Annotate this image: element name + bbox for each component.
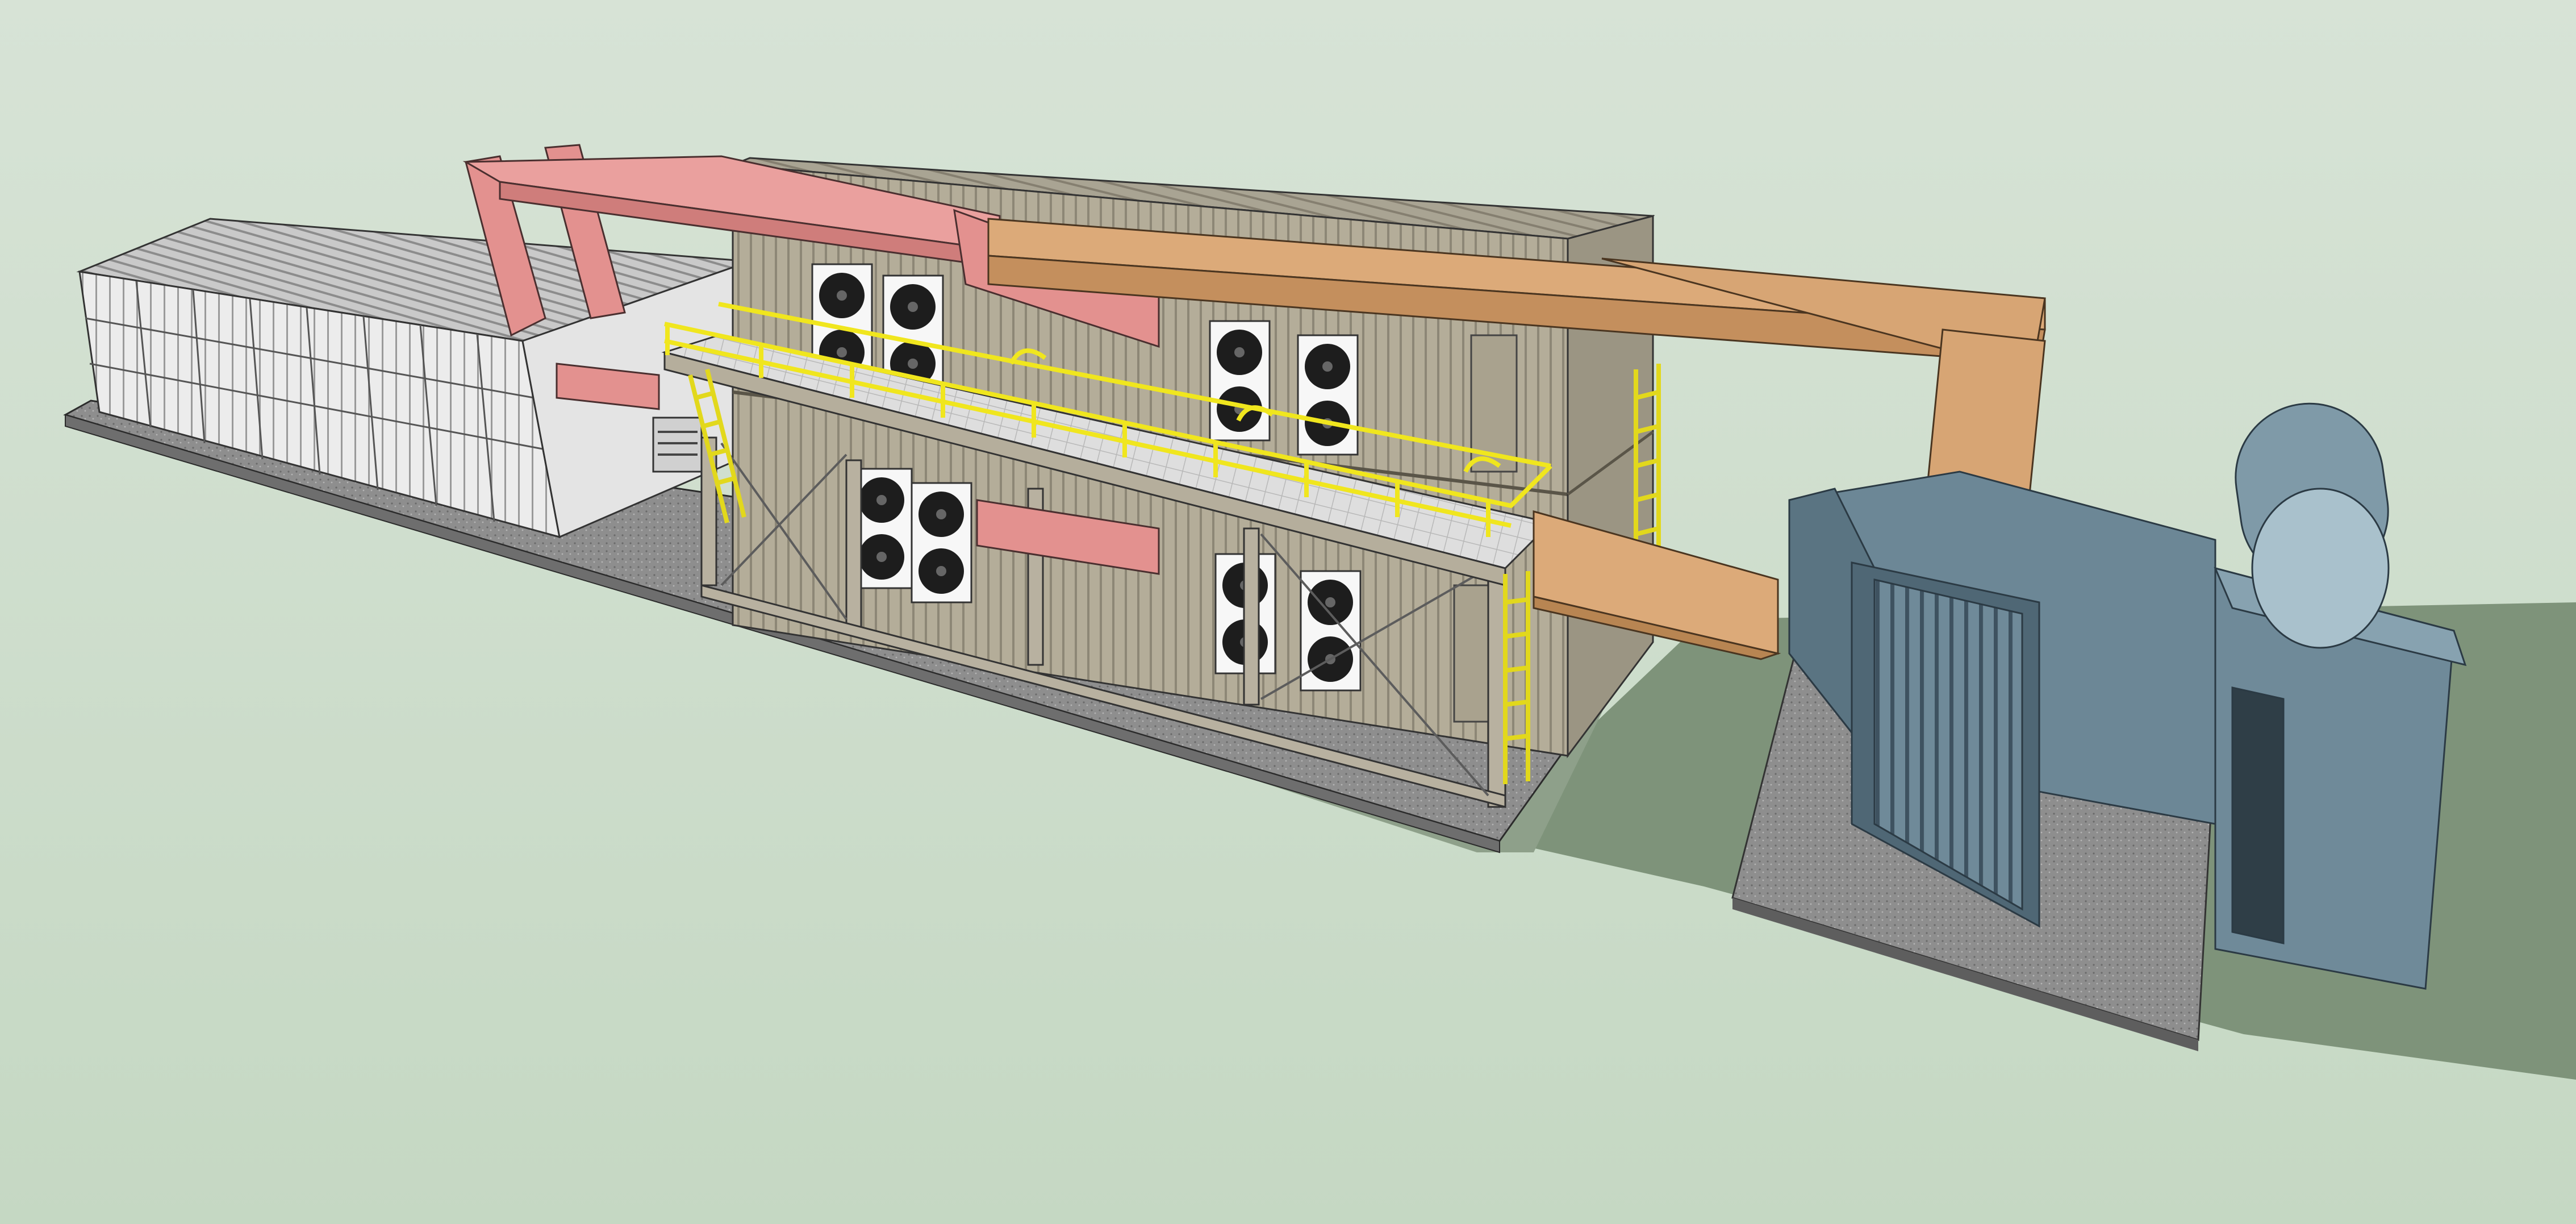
scene-canvas (0, 0, 2576, 1224)
ac-unit (1297, 334, 1359, 456)
ac-unit (911, 482, 972, 603)
model-render-scene (0, 0, 2576, 1224)
ac-unit (1209, 320, 1271, 442)
